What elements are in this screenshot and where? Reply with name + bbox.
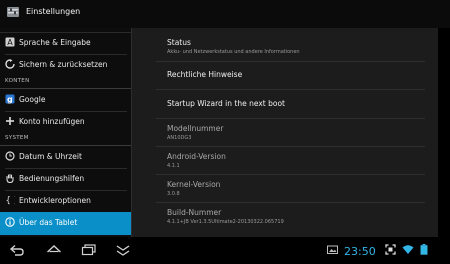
svg-text:g: g [7, 95, 13, 104]
google-icon: g [5, 94, 15, 104]
status-title: Status [167, 38, 191, 47]
home-icon[interactable] [46, 243, 62, 257]
right-edge [438, 28, 450, 237]
fullscreen-icon[interactable] [385, 244, 396, 255]
divider [156, 146, 425, 147]
section-header-system: SYSTEM [5, 135, 29, 141]
kernel-version-value: 3.0.8 [167, 191, 180, 197]
sidebar-item-label: Über das Tablet [19, 218, 78, 227]
language-icon: A [5, 37, 15, 47]
model-number-value: AN10DG3 [167, 135, 192, 141]
add-icon [6, 117, 14, 125]
menu-icon[interactable] [115, 243, 131, 257]
hand-icon [6, 173, 14, 183]
settings-sidebar: A Sprache & Eingabe Sichern & zurücksetz… [0, 28, 131, 237]
svg-text:A: A [7, 38, 13, 47]
action-bar: Einstellungen [0, 0, 450, 29]
info-icon [5, 217, 15, 227]
backup-icon [5, 59, 15, 69]
system-bar: 23:50 [0, 237, 450, 264]
sidebar-item-backup[interactable]: Sichern & zurücksetzen [0, 54, 131, 76]
sidebar-item-label: Konto hinzufügen [19, 117, 85, 126]
screenshot-icon [327, 245, 338, 254]
about-tablet-panel: Status Akku- und Netzwerkstatus und ande… [131, 28, 439, 237]
sidebar-item-label: Google [19, 95, 46, 104]
divider [156, 118, 425, 119]
recent-apps-icon[interactable] [81, 243, 97, 257]
divider [156, 174, 425, 175]
sidebar-item-accessibility[interactable]: Bedienungshilfen [0, 168, 131, 190]
section-header-accounts: KONTEN [5, 78, 30, 84]
sidebar-item-about-tablet[interactable]: Über das Tablet [0, 212, 131, 235]
battery-icon [420, 244, 428, 255]
status-subtitle: Akku- und Netzwerkstatus und andere Info… [167, 49, 300, 55]
wifi-icon [402, 245, 414, 254]
startup-wizard-title: Startup Wizard in the next boot [167, 99, 285, 108]
sidebar-item-language[interactable]: A Sprache & Eingabe [0, 32, 131, 54]
sidebar-item-label: Sichern & zurücksetzen [19, 60, 108, 69]
sidebar-item-label: Datum & Uhrzeit [19, 152, 82, 161]
sidebar-item-label: Sprache & Eingabe [19, 38, 91, 47]
android-version-value: 4.1.1 [167, 163, 180, 169]
model-number-title: Modellnummer [167, 124, 224, 133]
sidebar-item-google[interactable]: g Google [0, 89, 131, 111]
back-icon[interactable] [9, 243, 25, 257]
legal-title: Rechtliche Hinweise [167, 70, 243, 79]
divider [156, 202, 425, 203]
sidebar-item-label: Entwickleroptionen [19, 196, 91, 205]
sidebar-item-date-time[interactable]: Datum & Uhrzeit [0, 146, 131, 168]
sidebar-item-add-account[interactable]: Konto hinzufügen [0, 111, 131, 133]
settings-icon[interactable] [6, 5, 20, 19]
build-number-title: Build-Nummer [167, 208, 222, 217]
kernel-version-title: Kernel-Version [167, 180, 221, 189]
svg-text:{ }: { } [6, 196, 16, 205]
sidebar-item-label: Bedienungshilfen [19, 174, 85, 183]
android-version-title: Android-Version [167, 152, 226, 161]
status-clock: 23:50 [344, 245, 376, 258]
build-number-value: 4.1.1+JB Ver1.3.5Ultimate2-20130322.0657… [167, 219, 284, 225]
divider [156, 61, 425, 62]
sidebar-item-developer[interactable]: { } Entwickleroptionen [0, 190, 131, 212]
braces-icon: { } [6, 196, 16, 205]
clock-icon [5, 151, 15, 161]
app-title: Einstellungen [26, 7, 81, 16]
divider [156, 89, 425, 90]
